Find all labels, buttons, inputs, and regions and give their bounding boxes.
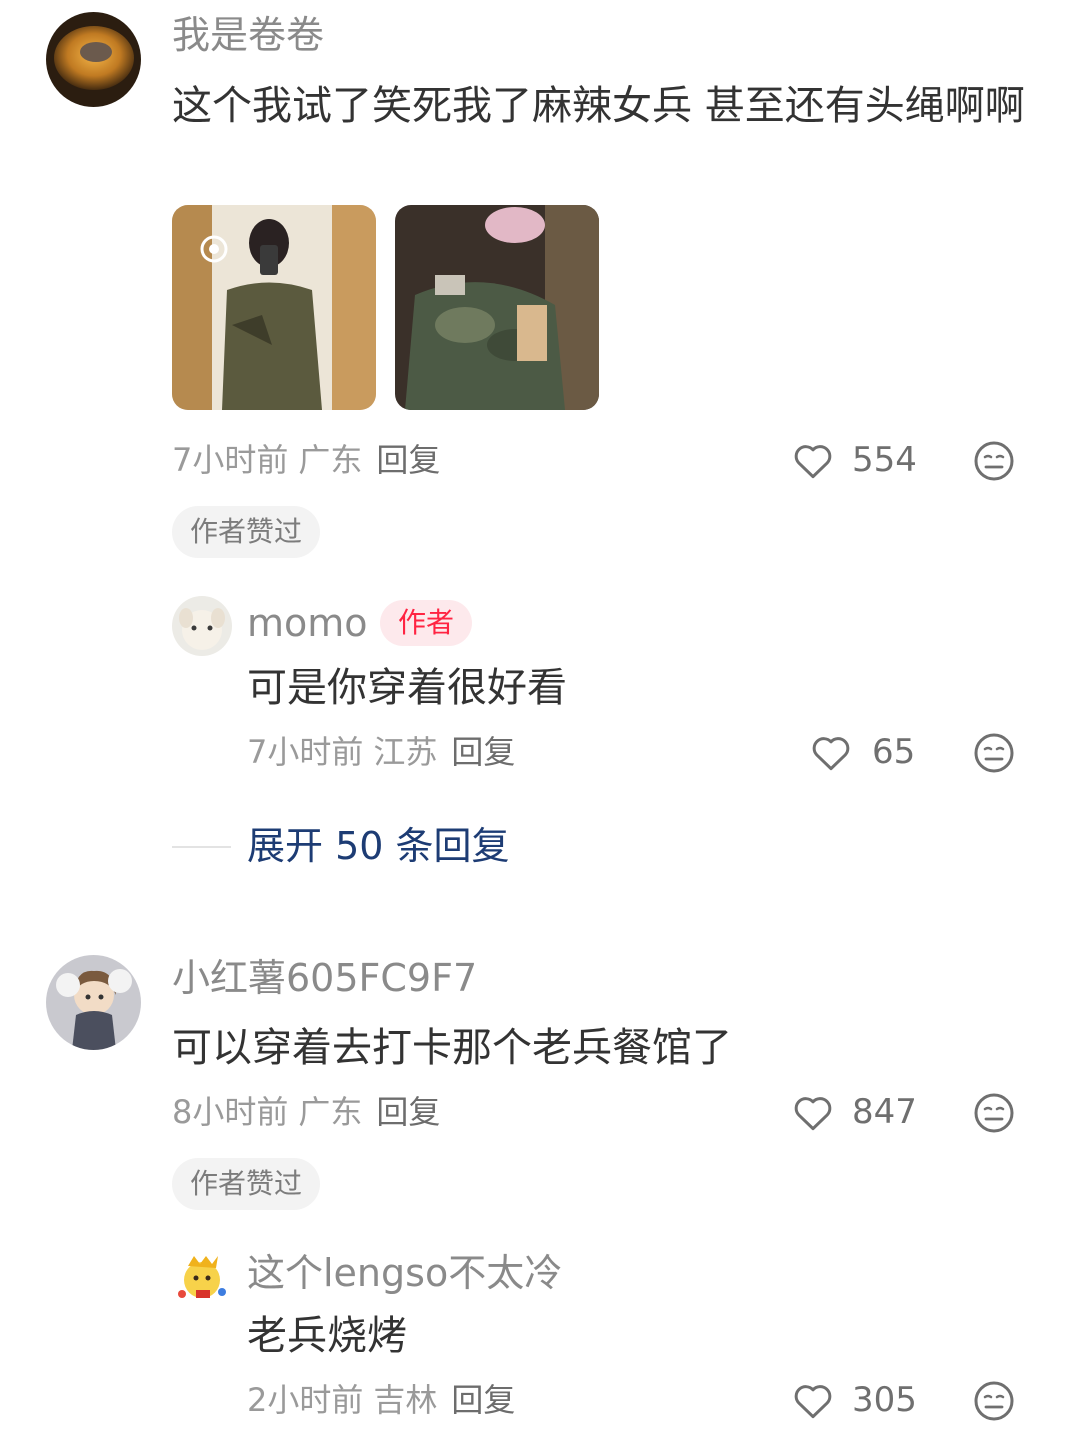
heart-outline-icon [794, 1097, 832, 1131]
avatar-image [46, 955, 141, 1050]
heart-outline-icon [794, 1385, 832, 1419]
image-thumbnail [172, 205, 376, 410]
comment-time: 8小时前 [172, 1093, 289, 1131]
reply-time: 7小时前 [247, 733, 364, 771]
reply-meta: 7小时前 江苏 回复 [247, 732, 515, 772]
reply-username[interactable]: 这个lengso不太冷 [247, 1250, 562, 1296]
reply-location: 吉林 [373, 1381, 438, 1419]
comment-meta: 7小时前 广东 回复 [172, 440, 440, 480]
neutral-face-icon[interactable] [973, 1380, 1015, 1422]
comment-image-items[interactable] [395, 205, 599, 410]
neutral-face-icon[interactable] [973, 1092, 1015, 1134]
reply-time: 2小时前 [247, 1381, 364, 1419]
comment-text: 这个我试了笑死我了麻辣女兵 甚至还有头绳啊啊 [172, 83, 1025, 129]
author-badge: 作者 [380, 600, 473, 646]
author-liked-badge: 作者赞过 [172, 1158, 321, 1210]
avatar[interactable] [46, 12, 141, 107]
reply-button[interactable]: 回复 [451, 1381, 515, 1419]
avatar-image [172, 1248, 232, 1308]
comment-meta: 8小时前 广东 回复 [172, 1092, 440, 1132]
expand-replies-button[interactable]: 展开 50 条回复 [247, 823, 510, 869]
heart-outline-icon [794, 445, 832, 479]
like-button[interactable]: 305 [792, 1380, 917, 1420]
avatar[interactable] [46, 955, 141, 1050]
comment-username[interactable]: 小红薯605FC9F7 [172, 955, 477, 1001]
reply-username[interactable]: momo [247, 600, 368, 646]
comment-image-selfie[interactable] [172, 205, 376, 410]
comment-username[interactable]: 我是卷卷 [172, 12, 324, 58]
avatar-image [46, 12, 141, 107]
comment-text: 可以穿着去打卡那个老兵餐馆了 [172, 1025, 732, 1071]
heart-outline-icon [812, 737, 850, 771]
like-count: 847 [852, 1092, 917, 1132]
reply-button[interactable]: 回复 [451, 733, 515, 771]
reply-text: 可是你穿着很好看 [247, 665, 567, 711]
neutral-face-icon[interactable] [973, 440, 1015, 482]
comment-location: 广东 [298, 1093, 363, 1131]
reply-button[interactable]: 回复 [376, 441, 440, 479]
author-liked-badge: 作者赞过 [172, 506, 321, 558]
like-button[interactable]: 554 [792, 440, 917, 480]
like-count: 554 [852, 440, 917, 480]
like-count: 305 [852, 1380, 917, 1420]
avatar-image [172, 596, 232, 656]
reply-text: 老兵烧烤 [247, 1313, 407, 1359]
like-count: 65 [872, 732, 916, 772]
neutral-face-icon[interactable] [973, 732, 1015, 774]
like-button[interactable]: 847 [792, 1092, 917, 1132]
reply-meta: 2小时前 吉林 回复 [247, 1380, 515, 1420]
avatar[interactable] [172, 596, 232, 656]
comment-location: 广东 [298, 441, 363, 479]
comment-time: 7小时前 [172, 441, 289, 479]
image-thumbnail [395, 205, 599, 410]
reply-button[interactable]: 回复 [376, 1093, 440, 1131]
reply-location: 江苏 [373, 733, 438, 771]
like-button[interactable]: 65 [810, 732, 915, 772]
avatar[interactable] [172, 1248, 232, 1308]
expand-divider [172, 846, 231, 848]
